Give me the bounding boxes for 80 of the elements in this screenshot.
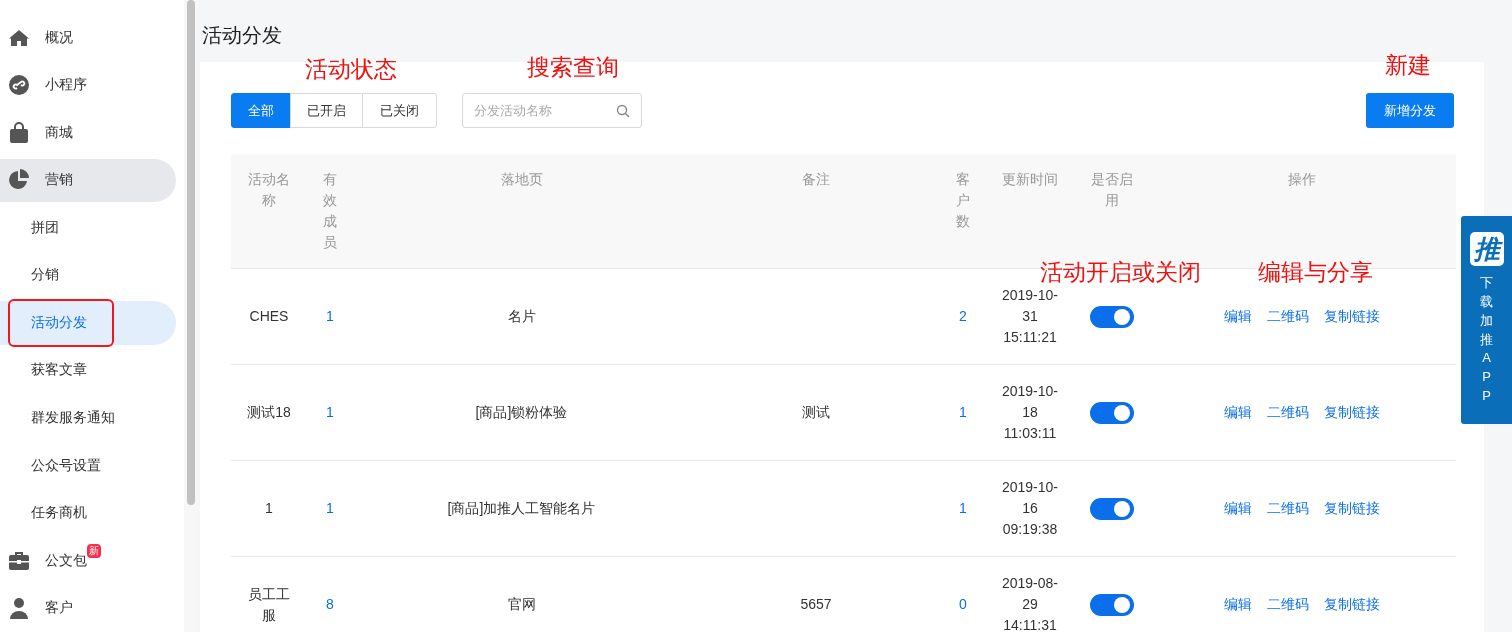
- sidebar-subitem[interactable]: 公众号设置: [0, 443, 176, 488]
- table-cell-text: 1: [326, 403, 334, 422]
- sidebar-subitem[interactable]: 拼团: [0, 206, 176, 250]
- sidebar-item[interactable]: 小程序: [0, 63, 176, 108]
- annotation-label: 新建: [1385, 54, 1431, 77]
- table-cell-text: 2019-10-16 09:19:38: [1001, 478, 1059, 539]
- action-link[interactable]: 编辑: [1224, 306, 1252, 327]
- table-cell-text: 测试18: [247, 403, 291, 422]
- action-link[interactable]: 编辑: [1224, 594, 1252, 615]
- column-header: 活动名称: [247, 170, 291, 210]
- table-cell-text: 测试: [802, 403, 830, 422]
- sidebar-subitem[interactable]: 任务商机: [0, 491, 176, 535]
- column-header: 有效成员: [323, 170, 337, 252]
- action-link[interactable]: 二维码: [1267, 306, 1309, 327]
- annotation-label: 编辑与分享: [1258, 261, 1373, 284]
- table-cell-text: 5657: [800, 595, 832, 614]
- status-tab[interactable]: 已开启: [290, 93, 363, 128]
- action-link[interactable]: 编辑: [1224, 498, 1252, 519]
- action-link[interactable]: 复制链接: [1324, 306, 1380, 327]
- annotation-label: 活动开启或关闭: [1040, 261, 1201, 284]
- annotation-label: 搜索查询: [527, 56, 619, 79]
- action-link[interactable]: 二维码: [1267, 594, 1309, 615]
- toggle-switch[interactable]: [1090, 593, 1134, 616]
- action-link[interactable]: 二维码: [1267, 498, 1309, 519]
- new-badge: 新: [87, 543, 101, 558]
- sidebar-subitem[interactable]: 活动分发: [0, 301, 176, 345]
- table-cell-text: 0: [959, 595, 967, 614]
- column-header: 备注: [802, 170, 830, 189]
- table-cell-text: 1: [326, 499, 334, 518]
- column-header: 更新时间: [1001, 170, 1059, 189]
- table-cell-text: 官网: [507, 595, 536, 614]
- table-cell-text: 名片: [507, 307, 536, 326]
- toggle-switch[interactable]: [1090, 401, 1134, 424]
- bag-icon: [9, 121, 29, 144]
- table-cell-text: [商品]锁粉体验: [475, 403, 568, 422]
- sidebar-subitem[interactable]: 获客文章: [0, 348, 176, 393]
- toggle-switch[interactable]: [1090, 497, 1134, 520]
- column-header: 落地页: [500, 170, 543, 189]
- table-cell-text: 8: [326, 595, 334, 614]
- action-link[interactable]: 复制链接: [1324, 498, 1380, 519]
- column-header: 操作: [1288, 170, 1316, 189]
- action-link[interactable]: 编辑: [1224, 402, 1252, 423]
- status-tab[interactable]: 全部: [231, 93, 291, 128]
- sidebar-item[interactable]: 客户: [0, 586, 176, 630]
- briefcase-icon: [8, 550, 30, 571]
- table-cell-text: 1: [326, 307, 334, 326]
- status-tab[interactable]: 已关闭: [362, 93, 437, 128]
- table-cell-text: [商品]加推人工智能名片: [447, 499, 596, 518]
- sidebar-subitem[interactable]: 群发服务通知: [0, 396, 176, 440]
- toggle-switch[interactable]: [1090, 305, 1134, 328]
- download-app-link[interactable]: 下载加推APP: [1480, 274, 1493, 406]
- table-cell-text: 2: [959, 307, 967, 326]
- person-icon: [9, 597, 29, 620]
- table-cell-text: 2019-08-29 14:11:31: [1001, 574, 1059, 632]
- column-header: 客户数: [956, 170, 970, 231]
- table-cell-text: 2019-10-31 15:11:21: [1001, 286, 1059, 347]
- app-logo[interactable]: 推: [1469, 232, 1504, 266]
- sidebar-subitem[interactable]: 分销: [0, 253, 176, 298]
- search-field[interactable]: 分发活动名称: [462, 93, 642, 128]
- action-link[interactable]: 二维码: [1267, 402, 1309, 423]
- action-link[interactable]: 复制链接: [1324, 402, 1380, 423]
- scrollbar-thumb[interactable]: [187, 0, 195, 505]
- sidebar-item[interactable]: 营销: [0, 158, 176, 203]
- table-cell-text: CHES: [248, 307, 290, 326]
- page-title: 活动分发: [201, 23, 283, 48]
- table-cell-text: 1: [264, 499, 274, 518]
- annotation-label: 活动状态: [305, 58, 397, 81]
- new-button[interactable]: 新增分发: [1366, 93, 1454, 128]
- table-cell-text: 2019-10-18 11:03:11: [1001, 382, 1059, 443]
- column-header: 是否启用: [1091, 170, 1133, 210]
- pie-chart-icon: [8, 169, 30, 192]
- table-cell-text: 1: [959, 499, 967, 518]
- sidebar-item[interactable]: 商城: [0, 111, 176, 155]
- sidebar-item[interactable]: 概况: [0, 16, 176, 60]
- table-cell-text: 1: [959, 403, 967, 422]
- search-icon: [616, 104, 630, 118]
- action-link[interactable]: 复制链接: [1324, 594, 1380, 615]
- home-icon: [8, 28, 30, 47]
- table-cell-text: 员工工服: [247, 584, 291, 625]
- link-circle-icon: [8, 74, 30, 97]
